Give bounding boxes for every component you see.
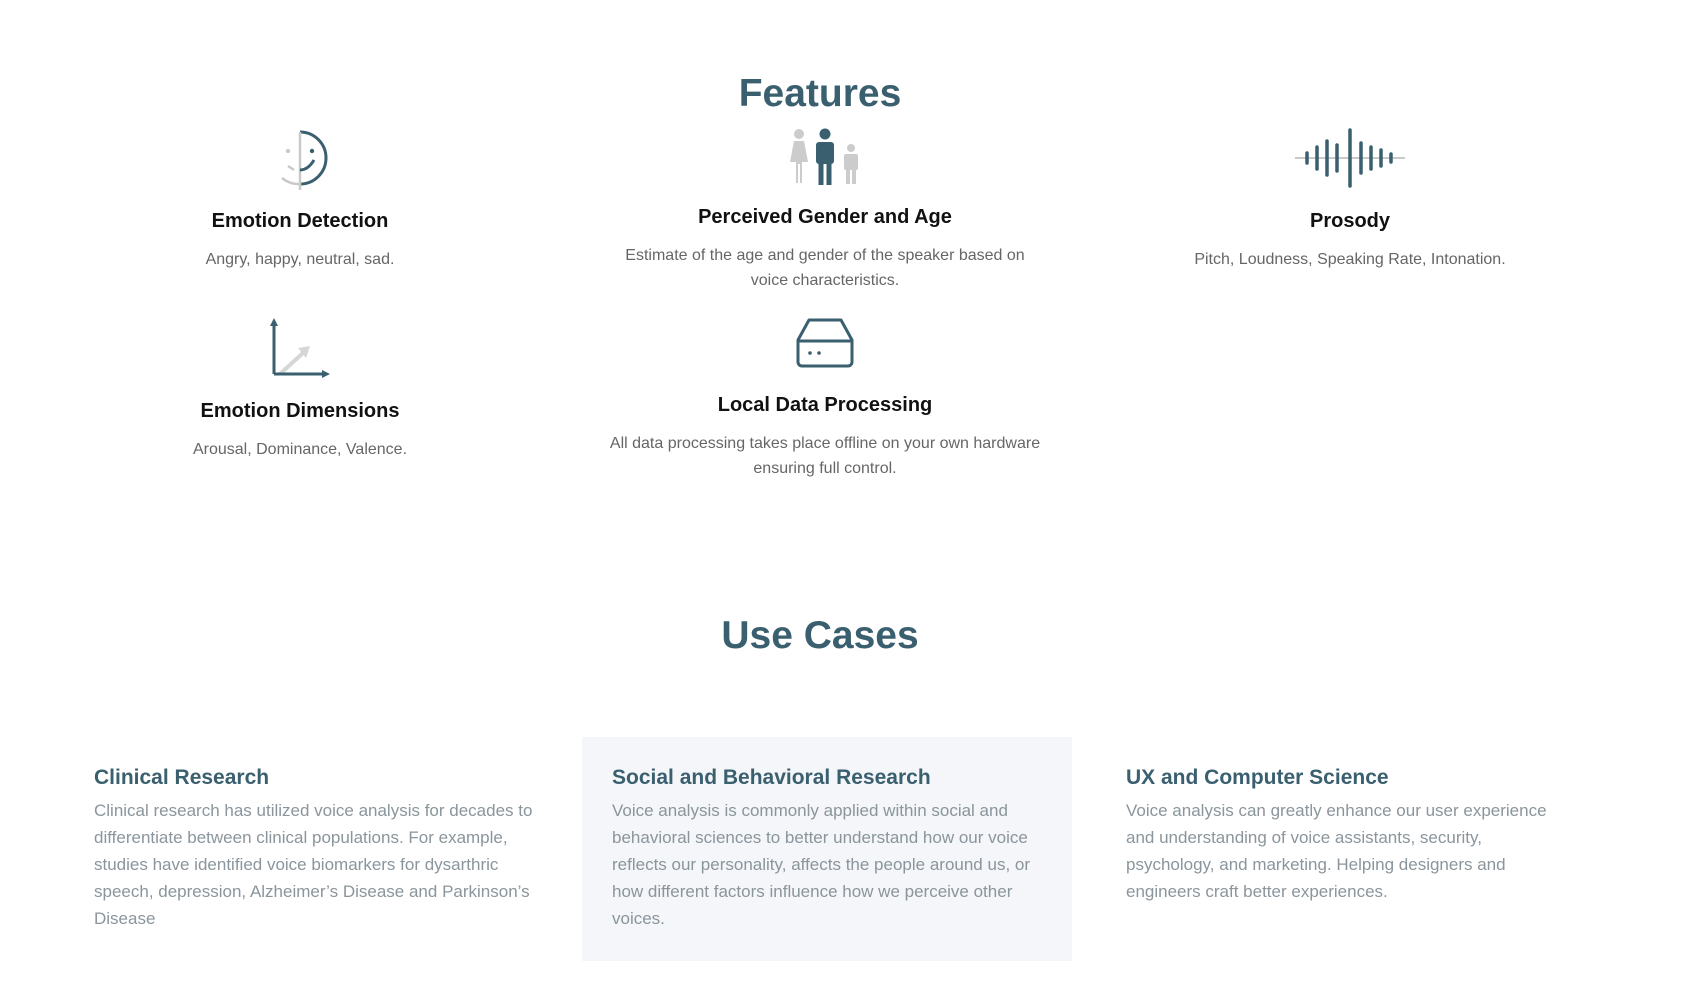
feature-prosody: Prosody Pitch, Loudness, Speaking Rate, … (1130, 128, 1570, 272)
feature-description: Arousal, Dominance, Valence. (192, 441, 408, 458)
feature-description: All data processing takes place offline … (609, 435, 1041, 477)
feature-description: Estimate of the age and gender of the sp… (625, 247, 1025, 289)
feature-title: Prosody (1309, 210, 1391, 232)
sound-wave-icon (1295, 128, 1405, 188)
feature-gender-age: Perceived Gender and Age Estimate of the… (605, 128, 1045, 293)
feature-description: Pitch, Loudness, Speaking Rate, Intonati… (1194, 251, 1506, 268)
use-case-title: Clinical Research (94, 766, 270, 789)
use-case-description: Voice analysis can greatly enhance our u… (1126, 801, 1547, 901)
feature-title: Perceived Gender and Age (698, 206, 952, 228)
hard-drive-icon (796, 318, 854, 368)
use-case-description: Clinical research has utilized voice ana… (94, 801, 533, 928)
use-case-clinical-research: Clinical Research Clinical research has … (66, 737, 566, 961)
use-case-ux-computer-science: UX and Computer Science Voice analysis c… (1098, 737, 1598, 961)
people-icon (790, 128, 858, 185)
features-title: Features (738, 72, 902, 115)
feature-description: Angry, happy, neutral, sad. (205, 251, 395, 268)
use-case-description: Voice analysis is commonly applied withi… (612, 801, 1031, 928)
feature-emotion-detection: Emotion Detection Angry, happy, neutral,… (80, 128, 520, 272)
feature-local-processing: Local Data Processing All data processin… (605, 316, 1045, 481)
feature-emotion-dimensions: Emotion Dimensions Arousal, Dominance, V… (80, 318, 520, 462)
feature-title: Local Data Processing (717, 394, 933, 416)
use-case-title: Social and Behavioral Research (612, 766, 931, 789)
axis-chart-icon (270, 318, 330, 378)
use-case-social-behavioral: Social and Behavioral Research Voice ana… (582, 737, 1072, 961)
emotion-face-icon (281, 130, 328, 190)
feature-title: Emotion Dimensions (200, 400, 400, 422)
feature-title: Emotion Detection (211, 210, 389, 232)
use-case-title: UX and Computer Science (1126, 766, 1389, 789)
use-cases-title: Use Cases (721, 614, 919, 657)
